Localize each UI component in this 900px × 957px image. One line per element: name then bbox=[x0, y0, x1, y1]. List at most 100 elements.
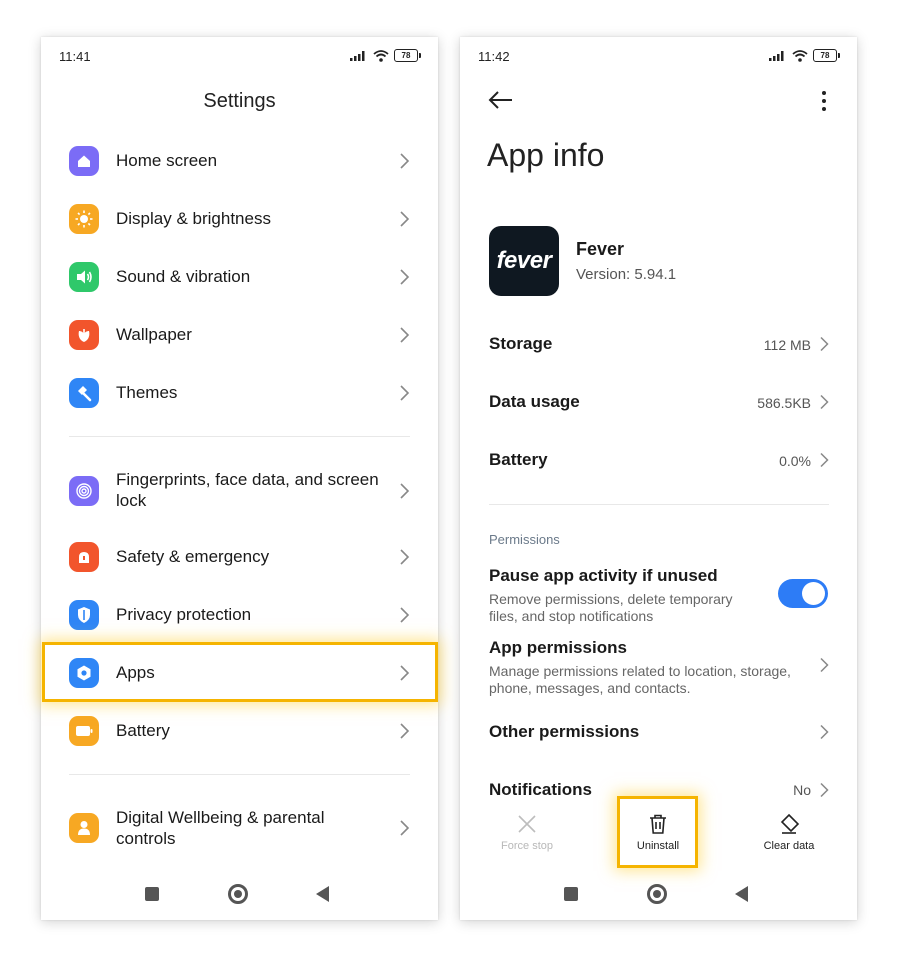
settings-item-label: Themes bbox=[116, 383, 178, 402]
fever-app-icon: fever bbox=[489, 226, 559, 296]
settings-item-label: Wallpaper bbox=[116, 325, 192, 344]
recents-button[interactable] bbox=[564, 887, 578, 901]
status-time: 11:41 bbox=[59, 49, 91, 64]
wellbeing-icon bbox=[69, 813, 99, 843]
back-button[interactable] bbox=[735, 886, 748, 902]
page-title: Settings bbox=[203, 90, 276, 112]
eraser-icon bbox=[780, 813, 800, 834]
chevron-right-icon bbox=[400, 820, 410, 836]
shield-icon bbox=[69, 600, 99, 630]
app-name: Fever bbox=[576, 239, 625, 259]
notifications-value: No bbox=[793, 782, 811, 798]
navigation-bar bbox=[41, 884, 438, 906]
wifi-icon bbox=[373, 49, 389, 62]
pause-app-activity-toggle[interactable] bbox=[778, 579, 828, 608]
status-bar: 11:41 78 bbox=[59, 49, 421, 65]
alarm-icon bbox=[69, 542, 99, 572]
app-permissions-title: App permissions bbox=[489, 638, 627, 657]
settings-item-label: Battery bbox=[116, 721, 170, 740]
back-arrow-icon[interactable] bbox=[486, 88, 514, 112]
navigation-bar bbox=[460, 884, 857, 906]
home-button[interactable] bbox=[228, 884, 248, 904]
pause-app-activity-title: Pause app activity if unused bbox=[489, 566, 718, 585]
chevron-right-icon bbox=[400, 211, 410, 227]
settings-item-display[interactable]: Display & brightness bbox=[41, 190, 438, 248]
signal-icon bbox=[350, 51, 365, 61]
settings-item-battery[interactable]: Battery bbox=[41, 702, 438, 760]
wifi-icon bbox=[792, 49, 808, 62]
chevron-right-icon bbox=[400, 269, 410, 285]
settings-item-wallpaper[interactable]: Wallpaper bbox=[41, 306, 438, 364]
battery-value: 0.0% bbox=[779, 453, 811, 469]
battery-row[interactable]: Battery 0.0% bbox=[489, 450, 829, 490]
chevron-right-icon bbox=[820, 657, 829, 673]
force-stop-button[interactable]: Force stop bbox=[482, 813, 572, 852]
storage-label: Storage bbox=[489, 334, 553, 353]
chevron-right-icon bbox=[820, 782, 829, 798]
section-divider bbox=[69, 774, 410, 775]
settings-item-safety[interactable]: Safety & emergency bbox=[41, 528, 438, 586]
chevron-right-icon bbox=[820, 394, 829, 410]
chevron-right-icon bbox=[400, 327, 410, 343]
chevron-right-icon bbox=[820, 724, 829, 740]
data-usage-label: Data usage bbox=[489, 392, 580, 411]
flower-icon bbox=[69, 320, 99, 350]
clear-data-button[interactable]: Clear data bbox=[744, 813, 834, 852]
settings-item-label: Digital Wellbeing & parental controls bbox=[116, 808, 325, 848]
more-options-icon[interactable] bbox=[821, 90, 827, 112]
fingerprint-icon bbox=[69, 476, 99, 506]
status-time: 11:42 bbox=[478, 49, 510, 64]
app-permissions-desc: Manage permissions related to location, … bbox=[489, 663, 791, 696]
clear-data-label: Clear data bbox=[763, 840, 815, 852]
settings-item-digital-wellbeing[interactable]: Digital Wellbeing & parental controls bbox=[41, 799, 438, 857]
chevron-right-icon bbox=[400, 549, 410, 565]
battery-icon bbox=[69, 716, 99, 746]
data-usage-value: 586.5KB bbox=[757, 395, 811, 411]
chevron-right-icon bbox=[400, 607, 410, 623]
settings-item-themes[interactable]: Themes bbox=[41, 364, 438, 422]
settings-screen: 11:41 78 Settings Home screen Display & … bbox=[41, 37, 438, 920]
chevron-right-icon bbox=[820, 452, 829, 468]
data-usage-row[interactable]: Data usage 586.5KB bbox=[489, 392, 829, 432]
chevron-right-icon bbox=[400, 723, 410, 739]
battery-level: 78 bbox=[813, 49, 840, 62]
pause-app-activity-desc: Remove permissions, delete temporary fil… bbox=[489, 591, 733, 624]
home-button[interactable] bbox=[647, 884, 667, 904]
settings-item-sound[interactable]: Sound & vibration bbox=[41, 248, 438, 306]
chevron-right-icon bbox=[400, 385, 410, 401]
recents-button[interactable] bbox=[145, 887, 159, 901]
battery-level: 78 bbox=[394, 49, 421, 62]
battery-label: Battery bbox=[489, 450, 548, 469]
storage-row[interactable]: Storage 112 MB bbox=[489, 334, 829, 374]
settings-item-label: Display & brightness bbox=[116, 209, 271, 228]
settings-item-label: Privacy protection bbox=[116, 605, 252, 624]
chevron-right-icon bbox=[820, 336, 829, 352]
back-button[interactable] bbox=[316, 886, 329, 902]
sun-icon bbox=[69, 204, 99, 234]
speaker-icon bbox=[69, 262, 99, 292]
other-permissions-label: Other permissions bbox=[489, 722, 640, 741]
storage-value: 112 MB bbox=[763, 337, 811, 353]
force-stop-label: Force stop bbox=[501, 840, 553, 852]
other-permissions-row[interactable]: Other permissions bbox=[489, 722, 829, 762]
section-divider bbox=[489, 504, 829, 505]
fever-logo-text: fever bbox=[496, 247, 552, 274]
settings-item-label: Sound & vibration bbox=[116, 267, 251, 286]
app-info-screen: 11:42 78 App info fever Fever Version: 5… bbox=[460, 37, 857, 920]
section-divider bbox=[69, 436, 410, 437]
chevron-right-icon bbox=[400, 483, 410, 499]
settings-item-label: Fingerprints, face data, and screen lock bbox=[116, 470, 379, 510]
settings-item-label: Safety & emergency bbox=[116, 547, 270, 566]
page-title: App info bbox=[487, 137, 605, 173]
settings-item-privacy[interactable]: Privacy protection bbox=[41, 586, 438, 644]
settings-item-fingerprints[interactable]: Fingerprints, face data, and screen lock bbox=[41, 462, 438, 520]
notifications-label: Notifications bbox=[489, 780, 592, 799]
settings-item-label: Home screen bbox=[116, 151, 218, 170]
brush-icon bbox=[69, 378, 99, 408]
app-version: Version: 5.94.1 bbox=[576, 266, 677, 283]
settings-item-home-screen[interactable]: Home screen bbox=[41, 132, 438, 190]
signal-icon bbox=[769, 51, 784, 61]
chevron-right-icon bbox=[400, 153, 410, 169]
home-icon bbox=[69, 146, 99, 176]
permissions-section-header: Permissions bbox=[489, 532, 560, 547]
